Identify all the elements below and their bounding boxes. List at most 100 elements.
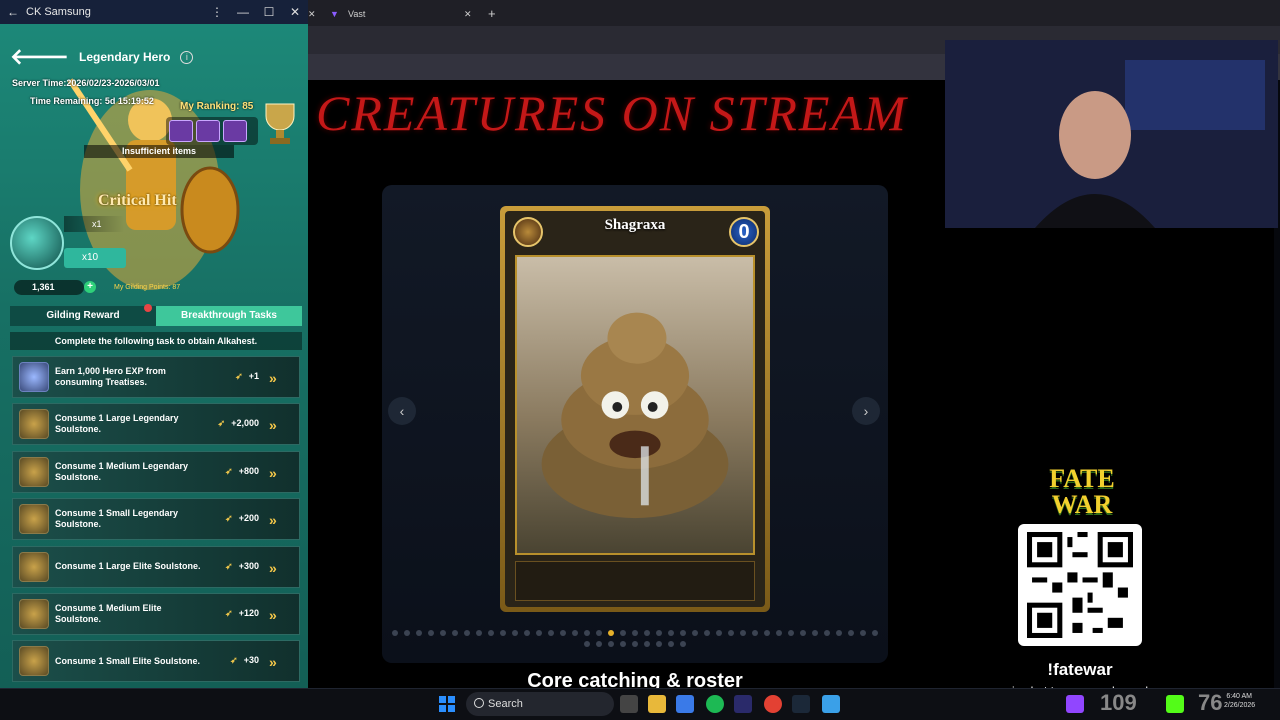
carousel-dot[interactable]: [608, 641, 614, 647]
card-name: Shagraxa: [604, 217, 666, 233]
carousel-dot[interactable]: [668, 641, 674, 647]
carousel-dot[interactable]: [680, 641, 686, 647]
carousel-dot[interactable]: [632, 641, 638, 647]
carousel-dot[interactable]: [584, 630, 590, 636]
carousel-dot[interactable]: [620, 630, 626, 636]
go-arrow-icon[interactable]: »: [269, 369, 287, 387]
go-arrow-icon[interactable]: »: [269, 464, 287, 482]
carousel-dot[interactable]: [740, 630, 746, 636]
carousel-dot[interactable]: [824, 630, 830, 636]
go-arrow-icon[interactable]: »: [269, 559, 287, 577]
carousel-dot[interactable]: [680, 630, 686, 636]
app-icon[interactable]: [822, 695, 840, 713]
reward-amount: +2,000: [231, 418, 259, 429]
carousel-dot[interactable]: [536, 630, 542, 636]
app-icon[interactable]: [676, 695, 694, 713]
tab-breakthrough-tasks[interactable]: Breakthrough Tasks: [156, 306, 302, 326]
carousel-dot[interactable]: [524, 630, 530, 636]
carousel-dot[interactable]: [692, 630, 698, 636]
trophy-icon[interactable]: [258, 98, 302, 148]
carousel-dot[interactable]: [656, 630, 662, 636]
carousel-dot[interactable]: [752, 630, 758, 636]
steam-icon[interactable]: [792, 695, 810, 713]
spotify-icon[interactable]: [706, 695, 724, 713]
start-icon[interactable]: [439, 696, 455, 712]
tab-close-icon[interactable]: ✕: [464, 4, 474, 24]
carousel-dot[interactable]: [512, 630, 518, 636]
go-arrow-icon[interactable]: »: [269, 416, 287, 434]
carousel-dot[interactable]: [764, 630, 770, 636]
carousel-dot[interactable]: [548, 630, 554, 636]
creature-card[interactable]: Shagraxa 0: [500, 206, 770, 612]
carousel-next-button[interactable]: ›: [852, 397, 880, 425]
more-icon[interactable]: ⋮: [204, 5, 230, 19]
gilding-points: My Gilding Points: 87: [114, 284, 181, 291]
go-arrow-icon[interactable]: »: [269, 653, 287, 671]
webcam-feed: [945, 40, 1278, 228]
hud-fx-icon[interactable]: [734, 695, 752, 713]
carousel-dot[interactable]: [728, 630, 734, 636]
close-icon[interactable]: ✕: [282, 5, 308, 19]
carousel-dot[interactable]: [860, 630, 866, 636]
carousel-dot[interactable]: [464, 630, 470, 636]
draw-x10-button[interactable]: x10: [64, 248, 126, 268]
task-view-icon[interactable]: [620, 695, 638, 713]
carousel-dot[interactable]: [656, 641, 662, 647]
minimize-icon[interactable]: —: [230, 5, 256, 19]
carousel-dot[interactable]: [596, 630, 602, 636]
carousel-dot[interactable]: [416, 630, 422, 636]
tab-gilding-reward[interactable]: Gilding Reward: [10, 304, 156, 326]
carousel-dot[interactable]: [476, 630, 482, 636]
taskbar-search[interactable]: Search: [466, 692, 614, 716]
go-arrow-icon[interactable]: »: [269, 606, 287, 624]
file-explorer-icon[interactable]: [648, 695, 666, 713]
add-currency-icon[interactable]: +: [84, 281, 96, 293]
carousel-dot[interactable]: [500, 630, 506, 636]
carousel-dot[interactable]: [620, 641, 626, 647]
system-clock[interactable]: 6:40 AM 2/26/2026: [1224, 692, 1255, 710]
tab-label: Breakthrough Tasks: [181, 310, 277, 321]
alkahest-icon: ➶: [225, 513, 233, 524]
go-arrow-icon[interactable]: »: [269, 511, 287, 529]
carousel-dot[interactable]: [608, 630, 614, 636]
carousel-dot[interactable]: [428, 630, 434, 636]
carousel-dot[interactable]: [716, 630, 722, 636]
carousel-dot[interactable]: [788, 630, 794, 636]
carousel-dot[interactable]: [812, 630, 818, 636]
maximize-icon[interactable]: ☐: [256, 5, 282, 19]
carousel-dot[interactable]: [836, 630, 842, 636]
tab-close-icon[interactable]: ✕: [308, 4, 318, 24]
carousel-dot[interactable]: [800, 630, 806, 636]
back-arrow-icon[interactable]: ←: [0, 5, 26, 19]
carousel-prev-button[interactable]: ‹: [388, 397, 416, 425]
summon-orb-icon[interactable]: [10, 216, 64, 270]
new-tab-icon[interactable]: +: [488, 4, 500, 24]
carousel-dot[interactable]: [848, 630, 854, 636]
carousel-dot[interactable]: [392, 630, 398, 636]
carousel-dot[interactable]: [668, 630, 674, 636]
item-slot[interactable]: [169, 120, 193, 142]
browser-tab-vast[interactable]: Vast: [348, 4, 468, 24]
carousel-dot[interactable]: [560, 630, 566, 636]
info-icon[interactable]: i: [180, 50, 194, 64]
item-slot[interactable]: [223, 120, 247, 142]
carousel-dot[interactable]: [584, 641, 590, 647]
carousel-dot[interactable]: [632, 630, 638, 636]
draw-x1-button[interactable]: x1: [64, 216, 124, 232]
chrome-icon[interactable]: [764, 695, 782, 713]
carousel-dot[interactable]: [872, 630, 878, 636]
carousel-dot[interactable]: [644, 641, 650, 647]
soulstone-icon: [19, 456, 49, 487]
item-slot[interactable]: [196, 120, 220, 142]
carousel-dot[interactable]: [704, 630, 710, 636]
carousel-dot[interactable]: [440, 630, 446, 636]
carousel-dot[interactable]: [452, 630, 458, 636]
back-arrow-icon[interactable]: 🡐: [10, 44, 69, 70]
carousel-dot[interactable]: [572, 630, 578, 636]
carousel-dot[interactable]: [404, 630, 410, 636]
creature-art: [515, 255, 755, 555]
carousel-dot[interactable]: [596, 641, 602, 647]
carousel-dot[interactable]: [776, 630, 782, 636]
carousel-dot[interactable]: [644, 630, 650, 636]
carousel-dot[interactable]: [488, 630, 494, 636]
